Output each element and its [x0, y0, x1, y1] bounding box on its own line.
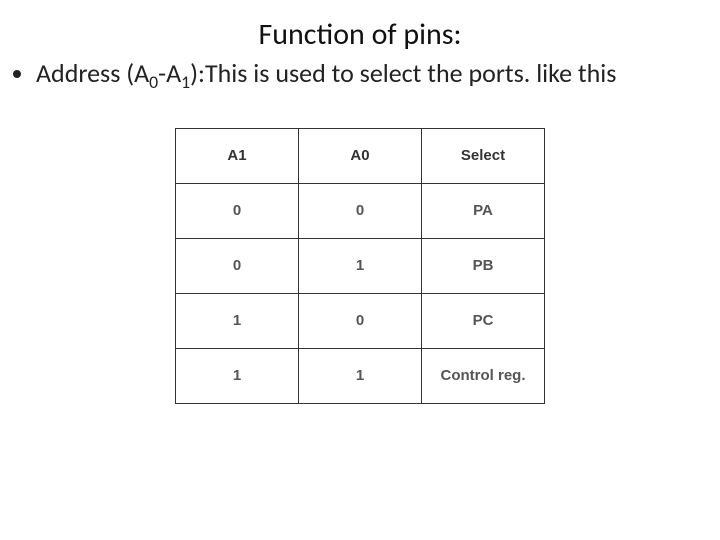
cell-a1: 1 — [176, 348, 299, 403]
col-header-a0: A0 — [299, 128, 422, 183]
cell-select: PA — [422, 183, 545, 238]
address-truth-table: A1 A0 Select 0 0 PA 0 1 PB 1 0 — [175, 128, 545, 404]
address-truth-table-wrap: A1 A0 Select 0 0 PA 0 1 PB 1 0 — [175, 128, 545, 404]
page-title: Function of pins: — [0, 16, 720, 53]
bullet-list: Address (A0-A1):This is used to select t… — [26, 57, 720, 90]
table-row: 0 1 PB — [176, 238, 545, 293]
cell-a1: 1 — [176, 293, 299, 348]
cell-a0: 1 — [299, 238, 422, 293]
table-row: 1 0 PC — [176, 293, 545, 348]
col-header-a1: A1 — [176, 128, 299, 183]
cell-select: PB — [422, 238, 545, 293]
table-row: 1 1 Control reg. — [176, 348, 545, 403]
slide: Function of pins: Address (A0-A1):This i… — [0, 0, 720, 540]
cell-a1: 0 — [176, 238, 299, 293]
cell-a0: 0 — [299, 183, 422, 238]
cell-a0: 1 — [299, 348, 422, 403]
cell-select: PC — [422, 293, 545, 348]
table-header-row: A1 A0 Select — [176, 128, 545, 183]
cell-select: Control reg. — [422, 348, 545, 403]
col-header-select: Select — [422, 128, 545, 183]
subscript-1: 1 — [181, 71, 190, 93]
bullet-text-prefix: Address (A — [36, 57, 149, 89]
cell-a0: 0 — [299, 293, 422, 348]
bullet-text-rest: ):This is used to select the ports. like… — [190, 57, 616, 89]
table-row: 0 0 PA — [176, 183, 545, 238]
subscript-0: 0 — [149, 71, 158, 93]
bullet-text-mid: -A — [158, 57, 181, 89]
bullet-item-address: Address (A0-A1):This is used to select t… — [36, 57, 680, 90]
cell-a1: 0 — [176, 183, 299, 238]
